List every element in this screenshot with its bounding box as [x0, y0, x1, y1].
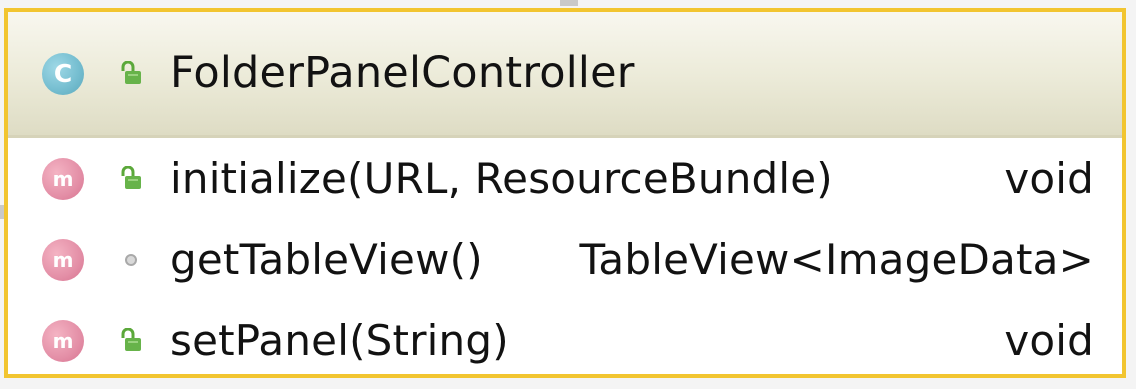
uml-diagram-canvas: C FolderPanelController m initialize(URL…: [0, 0, 1136, 389]
method-signature: initialize(URL, ResourceBundle): [170, 154, 833, 203]
class-members-list: m initialize(URL, ResourceBundle) void m…: [8, 138, 1122, 381]
public-lock-icon: [121, 328, 141, 351]
class-header: C FolderPanelController: [8, 12, 1122, 138]
public-lock-icon: [121, 166, 141, 189]
method-row-get-table-view[interactable]: m getTableView() TableView<ImageData>: [8, 220, 1122, 300]
method-signature: setPanel(String): [170, 316, 509, 365]
class-kind-icon: C: [42, 52, 84, 95]
method-kind-icon: m: [42, 239, 84, 281]
class-name: FolderPanelController: [170, 48, 635, 98]
public-lock-icon: [121, 60, 141, 84]
background-connector-stub-top: [560, 0, 578, 6]
method-row-initialize[interactable]: m initialize(URL, ResourceBundle) void: [8, 139, 1122, 219]
method-row-set-panel[interactable]: m setPanel(String) void: [8, 301, 1122, 381]
method-return-type: void: [1004, 154, 1094, 203]
package-private-icon: [125, 254, 137, 266]
method-return-type: TableView<ImageData>: [579, 235, 1094, 284]
uml-class-box[interactable]: C FolderPanelController m initialize(URL…: [4, 8, 1126, 378]
method-kind-icon: m: [42, 158, 84, 200]
method-signature: getTableView(): [170, 235, 483, 284]
method-kind-icon: m: [42, 320, 84, 362]
method-return-type: void: [1004, 316, 1094, 365]
